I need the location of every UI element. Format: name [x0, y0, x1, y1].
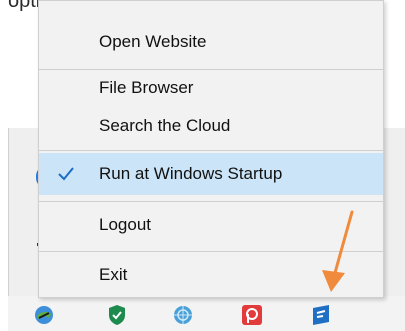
- annotation-arrow-icon: [322, 210, 354, 292]
